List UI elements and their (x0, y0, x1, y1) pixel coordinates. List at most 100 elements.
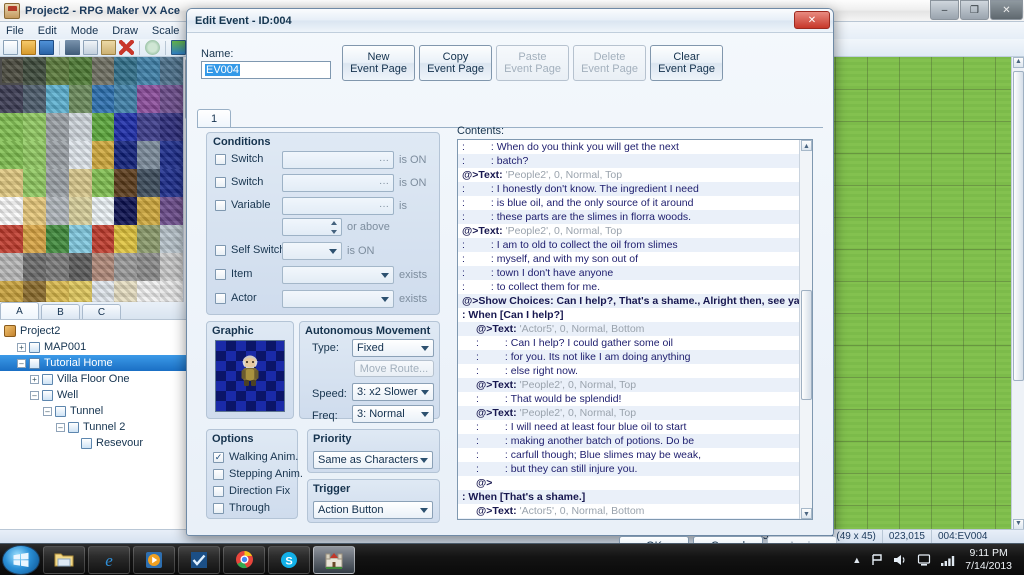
tileset-tile[interactable] (45, 141, 69, 169)
tileset-tile[interactable] (91, 57, 115, 85)
tileset-tile[interactable] (45, 225, 69, 253)
contents-scroll-thumb[interactable] (801, 290, 812, 400)
menu-item-file[interactable]: File (6, 25, 24, 37)
spinner-arrows-icon[interactable] (328, 220, 339, 235)
tileset-tile[interactable] (160, 57, 183, 85)
tileset-tab-a[interactable]: A (0, 302, 39, 319)
tileset-tile[interactable] (160, 197, 183, 225)
condition-switch-1-field[interactable]: ··· (282, 151, 394, 169)
tileset-tile[interactable] (22, 113, 46, 141)
option-direction-fix-checkbox[interactable] (213, 485, 224, 497)
tree-node[interactable]: – Tutorial Home (0, 355, 195, 371)
condition-selfswitch-checkbox[interactable] (215, 244, 226, 256)
contents-row[interactable]: @>Text: 'People2', 0, Normal, Top (458, 168, 812, 182)
option-walking-anim-row[interactable]: ✓ Walking Anim. (213, 451, 298, 463)
contents-row[interactable]: :: Thats a shame. (458, 518, 812, 519)
tileset-tile[interactable] (137, 85, 161, 113)
paste-icon[interactable] (101, 40, 116, 55)
condition-variable-field[interactable]: ··· (282, 197, 394, 215)
tileset-tile[interactable] (160, 225, 183, 253)
tileset-tile[interactable] (22, 169, 46, 197)
condition-switch-2-checkbox[interactable] (215, 176, 226, 188)
contents-row[interactable]: :: Can I help? I could gather some oil (458, 336, 812, 350)
menu-item-scale[interactable]: Scale (152, 25, 180, 37)
tileset-tile[interactable] (114, 253, 138, 281)
contents-row[interactable]: :: I will need at least four blue oil to… (458, 420, 812, 434)
condition-switch-1-checkbox[interactable] (215, 153, 226, 165)
contents-row[interactable]: :: That would be splendid! (458, 392, 812, 406)
trigger-combo[interactable]: Action Button (313, 501, 433, 519)
delete-event-page-button[interactable]: Delete Event Page (573, 45, 646, 81)
tileset-tile[interactable] (114, 281, 138, 302)
flag-action-center-icon[interactable] (870, 553, 884, 567)
contents-row[interactable]: :: I am to old to collect the oil from s… (458, 238, 812, 252)
tileset-tile[interactable] (137, 281, 161, 302)
contents-row[interactable]: @>Text: 'Actor5', 0, Normal, Bottom (458, 322, 812, 336)
tileset-tile[interactable] (45, 169, 69, 197)
contents-row[interactable]: :: is blue oil, and the only source of i… (458, 196, 812, 210)
new-event-page-button[interactable]: New Event Page (342, 45, 415, 81)
contents-row[interactable]: @>Text: 'People2', 0, Normal, Top (458, 406, 812, 420)
tileset-tile[interactable] (114, 85, 138, 113)
contents-row[interactable]: :: carfull though; Blue slimes may be we… (458, 448, 812, 462)
internet-explorer-icon[interactable]: e (88, 545, 130, 574)
tileset-tile[interactable] (114, 197, 138, 225)
tileset-tile[interactable] (68, 197, 92, 225)
tree-expander-icon[interactable]: – (17, 358, 26, 368)
tree-node[interactable]: – Tunnel 2 (0, 419, 195, 435)
tileset-tile[interactable] (160, 85, 183, 113)
tileset-tile[interactable] (137, 225, 161, 253)
contents-row[interactable]: :: batch? (458, 154, 812, 168)
priority-combo[interactable]: Same as Characters (313, 451, 433, 469)
contents-scroll-down-arrow[interactable]: ▼ (801, 508, 812, 519)
tree-expander-icon[interactable]: – (43, 406, 52, 416)
tileset-tile[interactable] (0, 141, 23, 169)
tileset-tile[interactable] (137, 253, 161, 281)
undo-icon[interactable] (145, 40, 160, 55)
tileset-tile[interactable] (91, 85, 115, 113)
tileset-tile[interactable] (68, 225, 92, 253)
tileset-tile[interactable] (114, 57, 138, 85)
tileset-tile[interactable] (91, 197, 115, 225)
menu-item-edit[interactable]: Edit (38, 25, 57, 37)
explorer-icon[interactable] (43, 545, 85, 574)
tree-node[interactable]: Project2 (0, 323, 195, 339)
show-hidden-icons-arrow[interactable]: ▲ (852, 555, 861, 565)
tileset-tile[interactable] (160, 281, 183, 302)
tree-expander-icon[interactable]: – (56, 422, 65, 432)
start-orb-icon[interactable] (2, 544, 40, 575)
tileset-palette[interactable] (0, 57, 183, 302)
contents-rows[interactable]: :: When do you think you will get the ne… (458, 140, 812, 519)
tileset-tile[interactable] (137, 169, 161, 197)
tree-expander-icon[interactable]: + (30, 374, 39, 384)
tileset-tile[interactable] (91, 113, 115, 141)
copy-event-page-button[interactable]: Copy Event Page (419, 45, 492, 81)
option-direction-fix-row[interactable]: Direction Fix (213, 485, 290, 497)
tileset-tile[interactable] (91, 281, 115, 302)
condition-actor-combo[interactable] (282, 290, 394, 308)
minimize-button[interactable]: – (930, 0, 959, 20)
tree-node[interactable]: – Tunnel (0, 403, 195, 419)
tileset-tile[interactable] (160, 141, 183, 169)
contents-row[interactable]: @>Text: 'People2', 0, Normal, Top (458, 224, 812, 238)
tileset-tile[interactable] (0, 253, 23, 281)
map-scroll-up-arrow[interactable]: ▲ (1013, 57, 1024, 68)
condition-switch-2-field[interactable]: ··· (282, 174, 394, 192)
map-vertical-scrollbar[interactable]: ▲ ▼ (1011, 57, 1024, 530)
contents-row[interactable]: @>Text: 'People2', 0, Normal, Top (458, 378, 812, 392)
tileset-tab-c[interactable]: C (82, 304, 121, 319)
tileset-tile[interactable] (68, 281, 92, 302)
tileset-tile[interactable] (68, 85, 92, 113)
tileset-tile[interactable] (114, 141, 138, 169)
tileset-tile[interactable] (137, 197, 161, 225)
copy-icon[interactable] (83, 40, 98, 55)
event-contents-list[interactable]: :: When do you think you will get the ne… (457, 139, 813, 520)
contents-row[interactable]: :: these parts are the slimes in florra … (458, 210, 812, 224)
tileset-tile[interactable] (45, 253, 69, 281)
movement-freq-combo[interactable]: 3: Normal (352, 405, 434, 423)
movement-speed-combo[interactable]: 3: x2 Slower (352, 383, 434, 401)
contents-row[interactable]: :: for you. Its not like I am doing anyt… (458, 350, 812, 364)
event-page-tab-1[interactable]: 1 (197, 109, 231, 128)
contents-row[interactable]: :: making another batch of potions. Do b… (458, 434, 812, 448)
map-icon[interactable] (171, 40, 186, 55)
